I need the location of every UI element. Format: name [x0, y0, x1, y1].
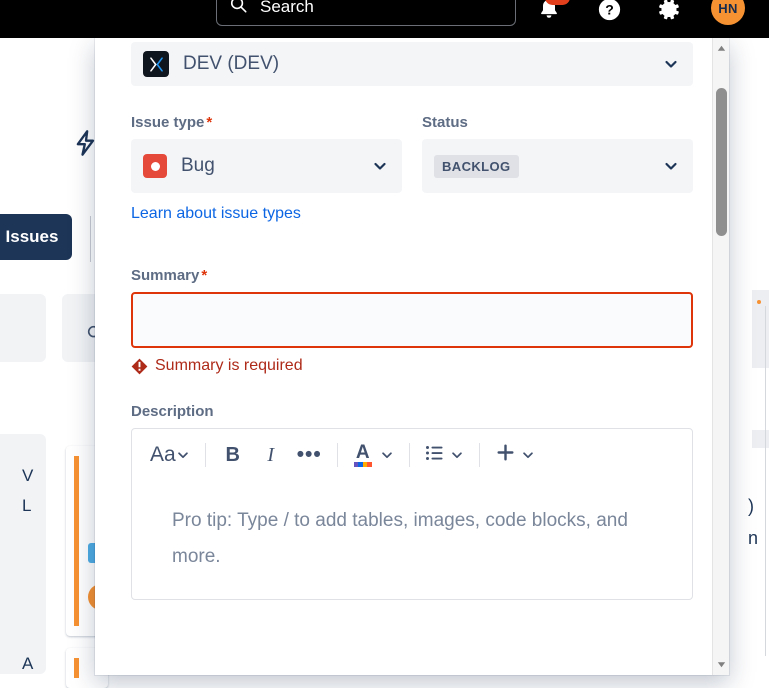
top-navigation-bar: Search 9+ ? HN — [0, 0, 769, 38]
issue-type-label: Issue type* — [131, 114, 402, 131]
toolbar-separator — [337, 443, 338, 467]
more-formatting-button[interactable]: ••• — [293, 439, 326, 471]
more-formatting-label: ••• — [297, 443, 322, 467]
color-swatch-strip — [354, 462, 372, 467]
list-group — [421, 439, 468, 471]
required-asterisk: * — [206, 114, 212, 131]
chevron-down-icon — [176, 448, 190, 462]
modal-content: DEV (DEV) Issue type* Bug — [95, 38, 729, 600]
toolbar-separator — [409, 443, 410, 467]
issue-type-select[interactable]: Bug — [131, 139, 402, 193]
avatar-initials: HN — [711, 0, 745, 25]
chevron-down-icon[interactable] — [663, 158, 679, 174]
summary-input[interactable] — [131, 292, 693, 348]
project-name-label: DEV (DEV) — [183, 53, 279, 75]
description-placeholder[interactable]: Pro tip: Type / to add tables, images, c… — [132, 481, 692, 599]
list-icon — [425, 443, 445, 468]
required-asterisk: * — [201, 267, 207, 284]
toolbar-separator — [479, 443, 480, 467]
scroll-down-arrow-icon[interactable] — [713, 656, 729, 673]
search-placeholder: Search — [260, 0, 314, 17]
learn-about-issue-types-link[interactable]: Learn about issue types — [131, 205, 301, 223]
text-style-group: Aa — [146, 439, 194, 471]
status-badge: BACKLOG — [434, 155, 519, 178]
card-text-line: A — [22, 654, 33, 674]
toolbar-separator — [205, 443, 206, 467]
status-field: Status BACKLOG — [422, 114, 693, 193]
editor-toolbar: Aa B I ••• — [132, 429, 692, 481]
background-issues-tab[interactable]: Issues — [0, 214, 72, 260]
chevron-down-icon[interactable] — [372, 158, 388, 174]
issue-type-label-text: Issue type — [131, 114, 204, 131]
project-selector[interactable]: DEV (DEV) — [131, 42, 693, 86]
status-label: Status — [422, 114, 693, 131]
background-right-dot — [757, 300, 761, 304]
summary-label: Summary* — [131, 267, 693, 284]
summary-error-message: Summary is required — [131, 357, 693, 375]
search-input[interactable]: Search — [216, 0, 516, 26]
user-avatar[interactable]: HN — [710, 0, 746, 26]
background-divider — [90, 216, 91, 262]
error-diamond-icon — [131, 358, 148, 375]
text-color-letter: A — [356, 443, 370, 462]
insert-group — [491, 439, 539, 471]
modal-scrollbar[interactable] — [712, 38, 729, 675]
project-avatar-icon — [143, 51, 169, 77]
help-button[interactable]: ? — [592, 0, 626, 26]
issue-type-value: Bug — [181, 155, 215, 177]
background-right-rule — [765, 306, 766, 656]
status-select[interactable]: BACKLOG — [422, 139, 693, 193]
chevron-down-icon[interactable] — [663, 56, 679, 72]
insert-button[interactable] — [491, 439, 539, 471]
chevron-down-icon — [380, 448, 394, 462]
issues-tab-label: Issues — [6, 227, 59, 247]
plus-icon — [495, 442, 516, 468]
background-right-text: ) — [748, 496, 754, 517]
description-label: Description — [131, 403, 693, 420]
scrollbar-thumb[interactable] — [716, 88, 727, 236]
basic-format-group: B I ••• — [217, 439, 326, 471]
scroll-up-arrow-icon[interactable] — [713, 40, 729, 57]
bug-icon — [143, 154, 167, 178]
text-color-icon: A — [353, 443, 373, 467]
chevron-down-icon — [521, 448, 535, 462]
text-style-label: Aa — [150, 443, 176, 467]
background-right-strip — [752, 430, 769, 448]
italic-button[interactable]: I — [255, 439, 287, 471]
bold-button[interactable]: B — [217, 439, 249, 471]
summary-error-text: Summary is required — [155, 357, 303, 375]
background-right-text: n — [748, 528, 758, 549]
background-panel-left — [0, 294, 46, 362]
card-text-line: V — [22, 466, 33, 486]
chevron-down-icon — [450, 448, 464, 462]
create-issue-modal: DEV (DEV) Issue type* Bug — [95, 38, 729, 675]
card-priority-stripe — [74, 456, 79, 626]
card-text-line: L — [22, 496, 31, 516]
issue-type-field: Issue type* Bug — [131, 114, 402, 193]
card-priority-stripe — [74, 658, 79, 678]
italic-label: I — [267, 444, 274, 467]
description-editor: Aa B I ••• — [131, 428, 693, 600]
text-style-button[interactable]: Aa — [146, 439, 194, 471]
list-button[interactable] — [421, 439, 468, 471]
summary-label-text: Summary — [131, 267, 199, 284]
bold-label: B — [225, 444, 239, 467]
svg-text:?: ? — [605, 1, 614, 17]
text-color-group: A — [349, 439, 398, 471]
text-color-button[interactable]: A — [349, 439, 398, 471]
search-icon — [229, 0, 248, 19]
issue-type-status-row: Issue type* Bug Status BACKLOG — [131, 114, 693, 193]
settings-button[interactable] — [652, 0, 686, 26]
